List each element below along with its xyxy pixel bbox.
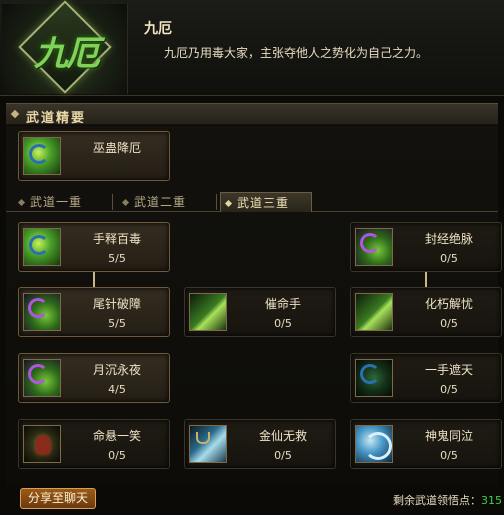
- skill-connector: [425, 271, 427, 287]
- skill-card-r3c3[interactable]: 一手遮天 0/5: [350, 353, 502, 403]
- share-to-chat-button[interactable]: 分享至聊天: [20, 488, 96, 509]
- skill-name: 化朽解忧: [424, 297, 473, 311]
- skill-connector: [93, 271, 95, 287]
- toxin-orb-icon: [23, 137, 61, 175]
- diamond-bullet-icon: [224, 199, 233, 208]
- blue-blade-icon: [189, 425, 227, 463]
- skill-level: 5/5: [108, 252, 126, 265]
- skill-name: 巫蛊降厄: [92, 141, 141, 155]
- tier-tabs: 武道一重 武道二重 武道三重: [6, 190, 498, 212]
- skill-level: 0/5: [274, 317, 292, 330]
- skill-card-r1c1[interactable]: 手释百毒 5/5: [18, 222, 170, 272]
- green-wave-icon: [355, 293, 393, 331]
- essence-skill-card[interactable]: 巫蛊降厄: [18, 131, 170, 181]
- skill-level: 0/5: [440, 449, 458, 462]
- skill-name: 金仙无救: [258, 429, 307, 443]
- shadow-hand-icon: [355, 359, 393, 397]
- diamond-bullet-icon: [121, 198, 130, 207]
- azure-spirit-icon: [355, 425, 393, 463]
- skill-level: 0/5: [108, 449, 126, 462]
- skill-card-r2c1[interactable]: 尾针破障 5/5: [18, 287, 170, 337]
- remaining-points: 剩余武道领悟点：315: [393, 492, 502, 508]
- tab-divider: [112, 194, 113, 210]
- red-demon-icon: [23, 425, 61, 463]
- skill-card-r4c2[interactable]: 金仙无救 0/5: [184, 419, 336, 469]
- skill-name: 月沉永夜: [92, 363, 141, 377]
- skill-card-r3c1[interactable]: 月沉永夜 4/5: [18, 353, 170, 403]
- tab-divider: [216, 194, 217, 210]
- skill-level: 0/5: [440, 252, 458, 265]
- tab-tier-2[interactable]: 武道二重: [118, 192, 214, 212]
- skill-name: 神鬼同泣: [424, 429, 473, 443]
- section-header: 武道精要: [6, 103, 498, 126]
- skill-level: 0/5: [274, 449, 292, 462]
- emblem-glyph: 九厄: [34, 34, 100, 74]
- diamond-bullet-icon: [17, 198, 26, 207]
- skill-name: 命悬一笑: [92, 429, 141, 443]
- tab-label: 武道三重: [237, 196, 290, 210]
- skill-card-r4c3[interactable]: 神鬼同泣 0/5: [350, 419, 502, 469]
- diamond-bullet-icon: [10, 109, 20, 119]
- school-description: 九厄乃用毒大家，主张夺他人之势化为自己之力。: [164, 46, 429, 60]
- skill-level: 0/5: [440, 317, 458, 330]
- tab-tier-3[interactable]: 武道三重: [220, 192, 312, 212]
- skill-card-r2c2[interactable]: 催命手 0/5: [184, 287, 336, 337]
- skill-name: 手释百毒: [92, 232, 141, 246]
- skill-level: 5/5: [108, 317, 126, 330]
- section-title: 武道精要: [26, 111, 87, 126]
- skill-card-r1c3[interactable]: 封经绝脉 0/5: [350, 222, 502, 272]
- violet-vine-icon: [355, 228, 393, 266]
- toxin-orb-icon: [23, 228, 61, 266]
- tab-label: 武道一重: [30, 195, 83, 209]
- skill-name: 尾针破障: [92, 297, 141, 311]
- tab-label: 武道二重: [134, 195, 187, 209]
- school-emblem-icon: 九厄: [2, 0, 128, 94]
- skill-name: 封经绝脉: [424, 232, 473, 246]
- school-header: 九厄 九厄 九厄乃用毒大家，主张夺他人之势化为自己之力。: [0, 0, 504, 96]
- tab-tier-1[interactable]: 武道一重: [14, 192, 110, 212]
- skill-level: 0/5: [440, 383, 458, 396]
- violet-moon-icon: [23, 359, 61, 397]
- skill-name: 一手遮天: [424, 363, 473, 377]
- skill-card-r4c1[interactable]: 命悬一笑 0/5: [18, 419, 170, 469]
- school-title: 九厄: [144, 21, 172, 37]
- skill-name: 催命手: [264, 297, 301, 311]
- green-slash-icon: [189, 293, 227, 331]
- skill-card-r2c3[interactable]: 化朽解忧 0/5: [350, 287, 502, 337]
- violet-sting-icon: [23, 293, 61, 331]
- points-value: 315: [481, 494, 502, 507]
- points-label: 剩余武道领悟点：: [393, 494, 481, 507]
- skill-level: 4/5: [108, 383, 126, 396]
